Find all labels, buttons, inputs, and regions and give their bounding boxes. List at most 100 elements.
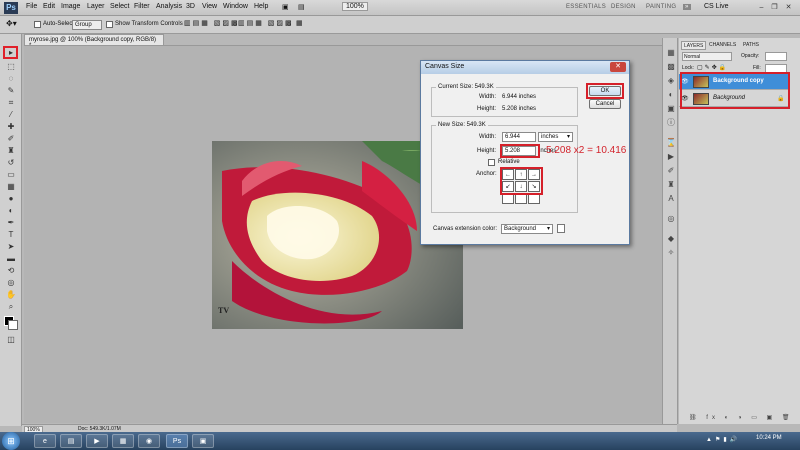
hand-tool-icon[interactable]: ✋ bbox=[5, 289, 17, 300]
info-panel-icon[interactable]: ⓘ bbox=[666, 118, 676, 128]
taskbar-app-icon[interactable]: ▦ bbox=[112, 434, 134, 448]
clone-stamp-icon[interactable]: ♜ bbox=[5, 145, 17, 156]
close-icon[interactable]: ✕ bbox=[783, 3, 794, 13]
lasso-tool-icon[interactable]: ◌ bbox=[5, 73, 17, 84]
opacity-label: Opacity: bbox=[741, 53, 760, 59]
taskbar-explorer-icon[interactable]: ▤ bbox=[60, 434, 82, 448]
masks-panel-icon[interactable]: ▣ bbox=[666, 104, 676, 114]
dialog-title-bar: Canvas Size ✕ bbox=[421, 61, 629, 74]
menu-file[interactable]: File bbox=[26, 3, 37, 10]
auto-select-checkbox[interactable] bbox=[34, 21, 41, 28]
menu-analysis[interactable]: Analysis bbox=[156, 3, 182, 10]
menu-edit[interactable]: Edit bbox=[43, 3, 55, 10]
current-width-value: 6.944 inches bbox=[502, 94, 537, 100]
layer-footer-icons[interactable]: ⛓ fx ◐ ◑ ▭ ▣ 🗑 bbox=[689, 414, 794, 421]
menu-filter[interactable]: Filter bbox=[134, 3, 150, 10]
3d-rotate-icon[interactable]: ⟲ bbox=[5, 265, 17, 276]
menu-3d[interactable]: 3D bbox=[186, 3, 195, 10]
adjustments-panel-icon[interactable]: ◐ bbox=[666, 90, 676, 100]
tray-icons[interactable]: ▲⚑▮🔊 bbox=[706, 436, 740, 443]
extension-color-swatch[interactable] bbox=[557, 224, 565, 233]
menu-view[interactable]: View bbox=[202, 3, 217, 10]
paths-panel-icon[interactable]: ✧ bbox=[666, 248, 676, 258]
relative-checkbox[interactable] bbox=[488, 159, 495, 166]
dodge-tool-icon[interactable]: ◐ bbox=[5, 205, 17, 216]
adjust-panel-icon[interactable]: ▦ bbox=[666, 48, 676, 58]
zoom-level-box[interactable]: 100% bbox=[342, 2, 368, 11]
crop-tool-icon[interactable]: ⌗ bbox=[5, 97, 17, 108]
styles-panel-icon[interactable]: ◈ bbox=[666, 76, 676, 86]
document-tab[interactable]: myrose.jpg @ 100% (Background copy, RGB/… bbox=[24, 34, 164, 49]
tab-layers[interactable]: LAYERS bbox=[681, 41, 707, 50]
taskbar-photoshop-icon[interactable]: Ps bbox=[166, 434, 188, 448]
eraser-tool-icon[interactable]: ▭ bbox=[5, 169, 17, 180]
current-height-label: Height: bbox=[477, 106, 497, 112]
align-icons[interactable]: ▥▤▦ ▧▨▩ bbox=[184, 19, 240, 27]
zoom-tool-icon[interactable]: ⌕ bbox=[5, 301, 17, 312]
clone-source-panel-icon[interactable]: ♜ bbox=[666, 180, 676, 190]
quick-mask-icon[interactable]: ◫ bbox=[5, 334, 17, 345]
taskbar-firefox-icon[interactable]: ◉ bbox=[138, 434, 160, 448]
auto-select-dropdown[interactable]: Group bbox=[72, 20, 102, 30]
calculation-annotation: 5.208 x2 = 10.416 bbox=[546, 145, 627, 156]
quick-select-tool-icon[interactable]: ✎ bbox=[5, 85, 17, 96]
eyedropper-tool-icon[interactable]: ⁄ bbox=[5, 109, 17, 120]
brushes-panel-icon[interactable]: ✐ bbox=[666, 166, 676, 176]
type-tool-icon[interactable]: T bbox=[5, 229, 17, 240]
current-size-group: Current Size: 549.3K Width: 6.944 inches… bbox=[431, 84, 578, 117]
navigator-panel-icon[interactable]: ◎ bbox=[666, 214, 676, 224]
healing-brush-icon[interactable]: ✚ bbox=[5, 121, 17, 132]
restore-icon[interactable]: ❐ bbox=[769, 3, 780, 13]
new-size-group: New Size: 549.3K Width: 6.944 inches Hei… bbox=[431, 122, 578, 213]
cancel-button[interactable]: Cancel bbox=[589, 99, 621, 109]
tab-paths[interactable]: PATHS bbox=[741, 41, 761, 50]
cs-live-button[interactable]: CS Live bbox=[704, 3, 729, 10]
start-button-icon[interactable]: ⊞ bbox=[2, 432, 20, 450]
brush-tool-icon[interactable]: ✐ bbox=[5, 133, 17, 144]
menu-layer[interactable]: Layer bbox=[87, 3, 105, 10]
marquee-tool-icon[interactable]: ⬚ bbox=[5, 61, 17, 72]
workspace-painting[interactable]: PAINTING bbox=[646, 4, 676, 10]
lock-icons[interactable]: ▢✎✥🔒 bbox=[697, 64, 728, 71]
minibridge-icon[interactable]: ▤ bbox=[298, 3, 305, 11]
opacity-input[interactable] bbox=[765, 52, 787, 61]
pen-tool-icon[interactable]: ✒ bbox=[5, 217, 17, 228]
bridge-icon[interactable]: ▣ bbox=[282, 3, 289, 11]
move-tool-icon[interactable]: ▸ bbox=[5, 47, 17, 58]
width-input[interactable]: 6.944 bbox=[502, 132, 536, 142]
menu-window[interactable]: Window bbox=[223, 3, 248, 10]
menu-select[interactable]: Select bbox=[110, 3, 129, 10]
windows-taskbar: ⊞ e ▤ ▶ ▦ ◉ Ps ▣ ▲⚑▮🔊 10:24 PM bbox=[0, 432, 800, 450]
history-panel-icon[interactable]: ⌛ bbox=[666, 138, 676, 148]
swatches-panel-icon[interactable]: ▩ bbox=[666, 62, 676, 72]
distribute-icons[interactable]: ▥▤▦ ▧▨▩ bbox=[238, 19, 294, 27]
blend-mode-dropdown[interactable]: Normal bbox=[682, 52, 732, 61]
3d-camera-icon[interactable]: ◎ bbox=[5, 277, 17, 288]
dialog-close-icon[interactable]: ✕ bbox=[610, 62, 626, 72]
background-color-swatch[interactable] bbox=[8, 320, 18, 330]
move-tool-icon[interactable]: ✥▾ bbox=[6, 19, 17, 28]
3d-panel-icon[interactable]: ◆ bbox=[666, 234, 676, 244]
history-brush-icon[interactable]: ↺ bbox=[5, 157, 17, 168]
workspace-essentials[interactable]: ESSENTIALS bbox=[566, 4, 606, 10]
actions-panel-icon[interactable]: ▶ bbox=[666, 152, 676, 162]
width-unit-dropdown[interactable]: inches bbox=[538, 132, 573, 142]
workspace-more-icon[interactable]: » bbox=[683, 4, 691, 10]
tab-channels[interactable]: CHANNELS bbox=[707, 41, 738, 50]
gradient-tool-icon[interactable]: ▦ bbox=[5, 181, 17, 192]
taskbar-ie-icon[interactable]: e bbox=[34, 434, 56, 448]
blur-tool-icon[interactable]: ● bbox=[5, 193, 17, 204]
extension-color-dropdown[interactable]: Background bbox=[501, 224, 553, 234]
show-transform-checkbox[interactable] bbox=[106, 21, 113, 28]
taskbar-media-icon[interactable]: ▶ bbox=[86, 434, 108, 448]
taskbar-app2-icon[interactable]: ▣ bbox=[192, 434, 214, 448]
menu-help[interactable]: Help bbox=[254, 3, 268, 10]
shape-tool-icon[interactable]: ▬ bbox=[5, 253, 17, 264]
minimize-icon[interactable]: – bbox=[756, 3, 767, 13]
workspace-design[interactable]: DESIGN bbox=[611, 4, 636, 10]
current-height-value: 5.208 inches bbox=[502, 106, 537, 112]
menu-image[interactable]: Image bbox=[61, 3, 80, 10]
path-select-icon[interactable]: ➤ bbox=[5, 241, 17, 252]
auto-align-icon[interactable]: ▦ bbox=[296, 19, 303, 27]
character-panel-icon[interactable]: A bbox=[666, 194, 676, 204]
